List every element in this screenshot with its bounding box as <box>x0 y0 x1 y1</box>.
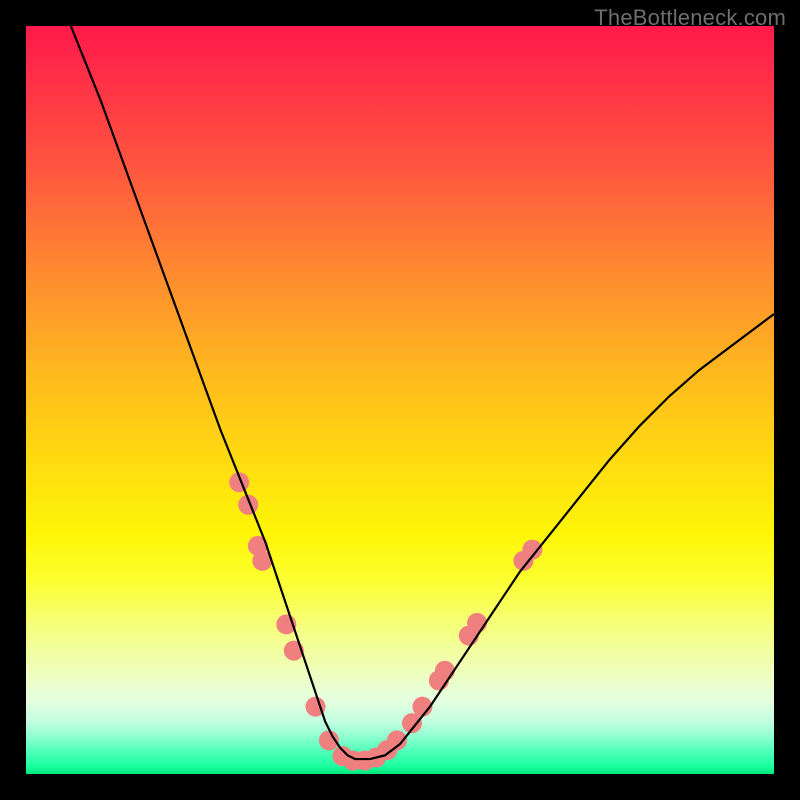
chart-frame <box>26 26 774 774</box>
chart-markers <box>229 472 542 770</box>
chart-curve <box>71 26 774 759</box>
chart-marker <box>467 613 487 633</box>
chart-marker <box>435 661 455 681</box>
watermark-text: TheBottleneck.com <box>594 5 786 31</box>
chart-plot-svg <box>26 26 774 774</box>
